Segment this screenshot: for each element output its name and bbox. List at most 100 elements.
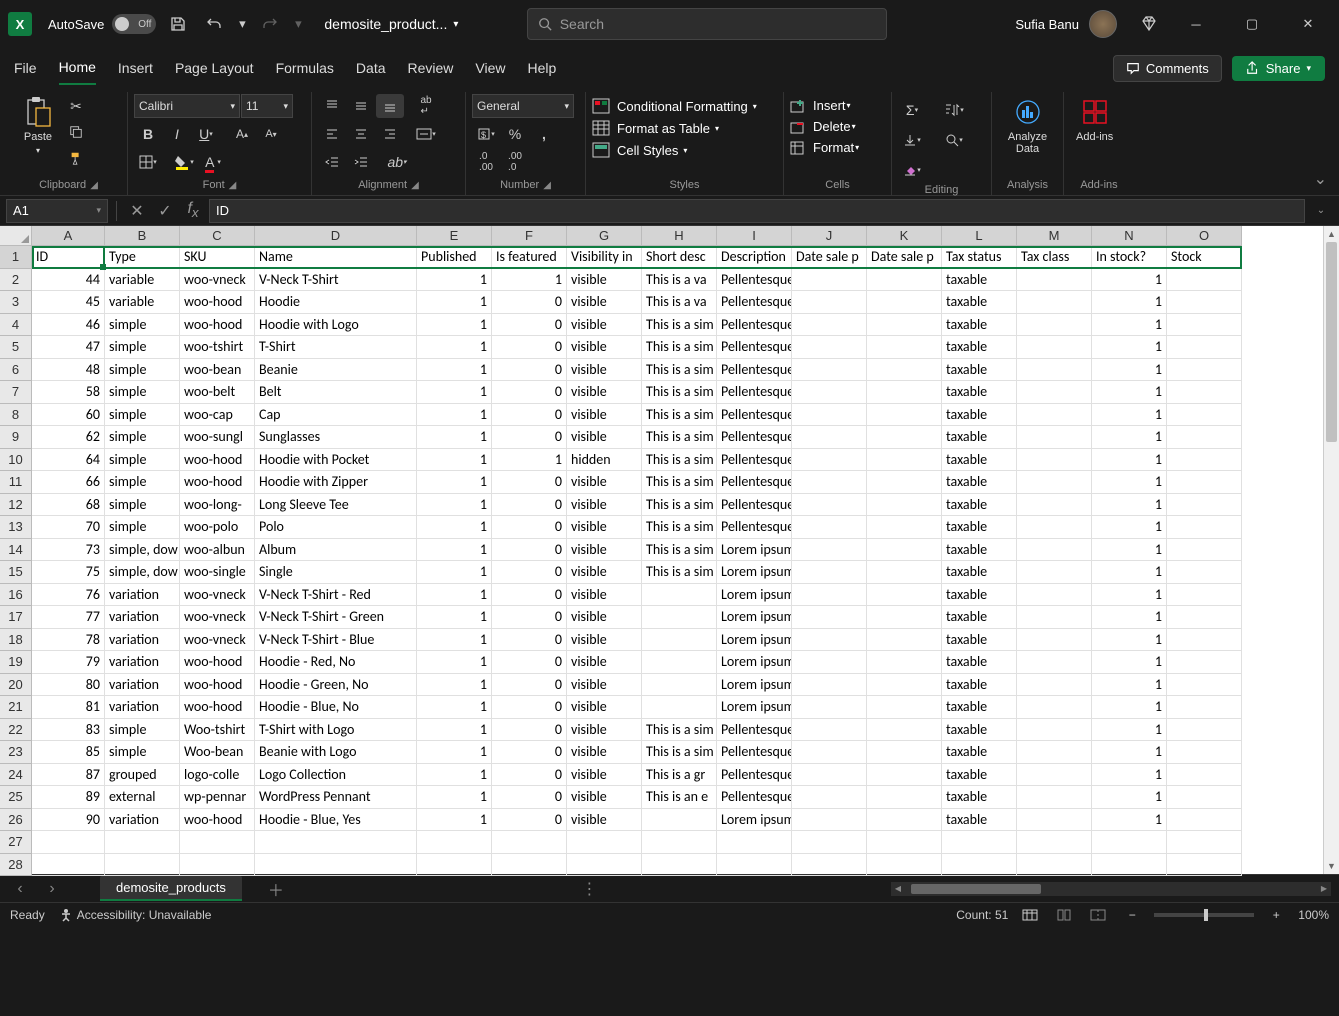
column-header[interactable]: F xyxy=(492,226,567,246)
cell[interactable]: simple xyxy=(105,741,180,764)
cell[interactable] xyxy=(792,786,867,809)
cell[interactable]: 0 xyxy=(492,426,567,449)
cell[interactable]: 81 xyxy=(32,696,105,719)
cell[interactable]: Lorem ipsum dolor sit amet, con xyxy=(717,696,792,719)
decrease-indent-icon[interactable] xyxy=(318,150,346,174)
row-header[interactable]: 8 xyxy=(0,404,32,427)
cell[interactable]: Sunglasses xyxy=(255,426,417,449)
cell[interactable]: visible xyxy=(567,809,642,832)
cell[interactable] xyxy=(1167,426,1242,449)
cell[interactable] xyxy=(792,584,867,607)
cell[interactable] xyxy=(1167,854,1242,877)
cell[interactable]: 1 xyxy=(1092,494,1167,517)
cell[interactable]: Lorem ipsum dolor sit amet, con xyxy=(717,674,792,697)
cell[interactable]: Pellentesque habitant morbi trist xyxy=(717,471,792,494)
cell[interactable]: taxable xyxy=(942,404,1017,427)
horizontal-scrollbar[interactable]: ◀ ▶ xyxy=(891,882,1331,896)
cell[interactable]: visible xyxy=(567,651,642,674)
cell[interactable] xyxy=(32,854,105,877)
username[interactable]: Sufia Banu xyxy=(1015,17,1079,32)
cell[interactable]: 1 xyxy=(1092,651,1167,674)
cell[interactable]: This is a sim xyxy=(642,381,717,404)
cell[interactable]: visible xyxy=(567,674,642,697)
cell[interactable]: 1 xyxy=(1092,426,1167,449)
cell[interactable] xyxy=(792,291,867,314)
cell[interactable]: 1 xyxy=(417,269,492,292)
align-bottom-icon[interactable] xyxy=(376,94,404,118)
cell[interactable] xyxy=(867,336,942,359)
cell[interactable]: 1 xyxy=(1092,336,1167,359)
avatar[interactable] xyxy=(1089,10,1117,38)
cell[interactable]: Lorem ipsum dolor sit amet, con xyxy=(717,606,792,629)
maximize-button[interactable]: ▢ xyxy=(1229,8,1275,40)
cell[interactable]: visible xyxy=(567,764,642,787)
cell[interactable] xyxy=(1017,404,1092,427)
orientation-icon[interactable]: ab▾ xyxy=(383,150,411,174)
diamond-icon[interactable] xyxy=(1135,10,1163,38)
row-header[interactable]: 22 xyxy=(0,719,32,742)
row-header[interactable]: 9 xyxy=(0,426,32,449)
cell[interactable]: visible xyxy=(567,269,642,292)
format-painter-icon[interactable] xyxy=(62,146,90,170)
add-sheet-icon[interactable]: ＋ xyxy=(264,879,288,899)
cell[interactable]: visible xyxy=(567,426,642,449)
underline-button[interactable]: U▾ xyxy=(192,122,220,146)
tab-page-layout[interactable]: Page Layout xyxy=(175,52,254,84)
cell[interactable]: 1 xyxy=(417,719,492,742)
cell[interactable]: woo-sungl xyxy=(180,426,255,449)
cell[interactable]: 1 xyxy=(417,516,492,539)
cell[interactable]: Description xyxy=(717,246,792,269)
collapse-ribbon-icon[interactable]: ⌄ xyxy=(1314,169,1327,189)
cell[interactable]: Pellentesque habitant morbi trist xyxy=(717,381,792,404)
cell[interactable]: 1 xyxy=(417,786,492,809)
name-box[interactable]: A1▾ xyxy=(6,199,108,223)
find-icon[interactable]: ▾ xyxy=(940,128,968,152)
cancel-formula-icon[interactable]: ✕ xyxy=(125,199,149,223)
cell[interactable]: taxable xyxy=(942,809,1017,832)
cell[interactable] xyxy=(1167,831,1242,854)
row-header[interactable]: 7 xyxy=(0,381,32,404)
cell[interactable] xyxy=(1167,786,1242,809)
zoom-in-icon[interactable]: + xyxy=(1264,906,1288,924)
cell[interactable]: Type xyxy=(105,246,180,269)
cell[interactable]: 90 xyxy=(32,809,105,832)
borders-icon[interactable]: ▾ xyxy=(134,150,162,174)
cell[interactable]: 1 xyxy=(1092,629,1167,652)
cell[interactable]: 1 xyxy=(1092,404,1167,427)
comments-button[interactable]: Comments xyxy=(1113,55,1222,82)
cell[interactable]: In stock? xyxy=(1092,246,1167,269)
cell[interactable]: 0 xyxy=(492,629,567,652)
cell[interactable] xyxy=(1092,854,1167,877)
analyze-data-button[interactable]: Analyze Data xyxy=(998,94,1057,157)
cell[interactable] xyxy=(867,809,942,832)
cell[interactable]: WordPress Pennant xyxy=(255,786,417,809)
cell[interactable] xyxy=(867,404,942,427)
cell[interactable]: Pellentesque habitant morbi trist xyxy=(717,269,792,292)
cell[interactable] xyxy=(867,629,942,652)
cell[interactable]: Pellentesque habitant morbi trist xyxy=(717,426,792,449)
cell[interactable]: Hoodie xyxy=(255,291,417,314)
paste-button[interactable]: Paste▾ xyxy=(16,94,60,157)
cell[interactable]: woo-hood xyxy=(180,471,255,494)
cell[interactable]: woo-hood xyxy=(180,449,255,472)
delete-cells-button[interactable]: Delete▾ xyxy=(790,119,856,134)
cell[interactable]: 1 xyxy=(417,584,492,607)
cell[interactable]: 1 xyxy=(1092,314,1167,337)
cell[interactable]: woo-polo xyxy=(180,516,255,539)
cell[interactable]: This is a va xyxy=(642,269,717,292)
cell[interactable]: 1 xyxy=(1092,606,1167,629)
row-header[interactable]: 19 xyxy=(0,651,32,674)
share-button[interactable]: Share▾ xyxy=(1232,56,1325,81)
cell[interactable]: taxable xyxy=(942,561,1017,584)
cell[interactable] xyxy=(1017,696,1092,719)
cell[interactable]: 1 xyxy=(417,314,492,337)
cell[interactable]: visible xyxy=(567,606,642,629)
cell[interactable] xyxy=(867,314,942,337)
fill-icon[interactable]: ▾ xyxy=(898,128,926,152)
cell[interactable]: simple xyxy=(105,516,180,539)
cell[interactable]: woo-vneck xyxy=(180,584,255,607)
tab-data[interactable]: Data xyxy=(356,52,386,84)
cell[interactable]: taxable xyxy=(942,314,1017,337)
cell[interactable] xyxy=(867,764,942,787)
clear-icon[interactable]: ▾ xyxy=(898,158,926,182)
